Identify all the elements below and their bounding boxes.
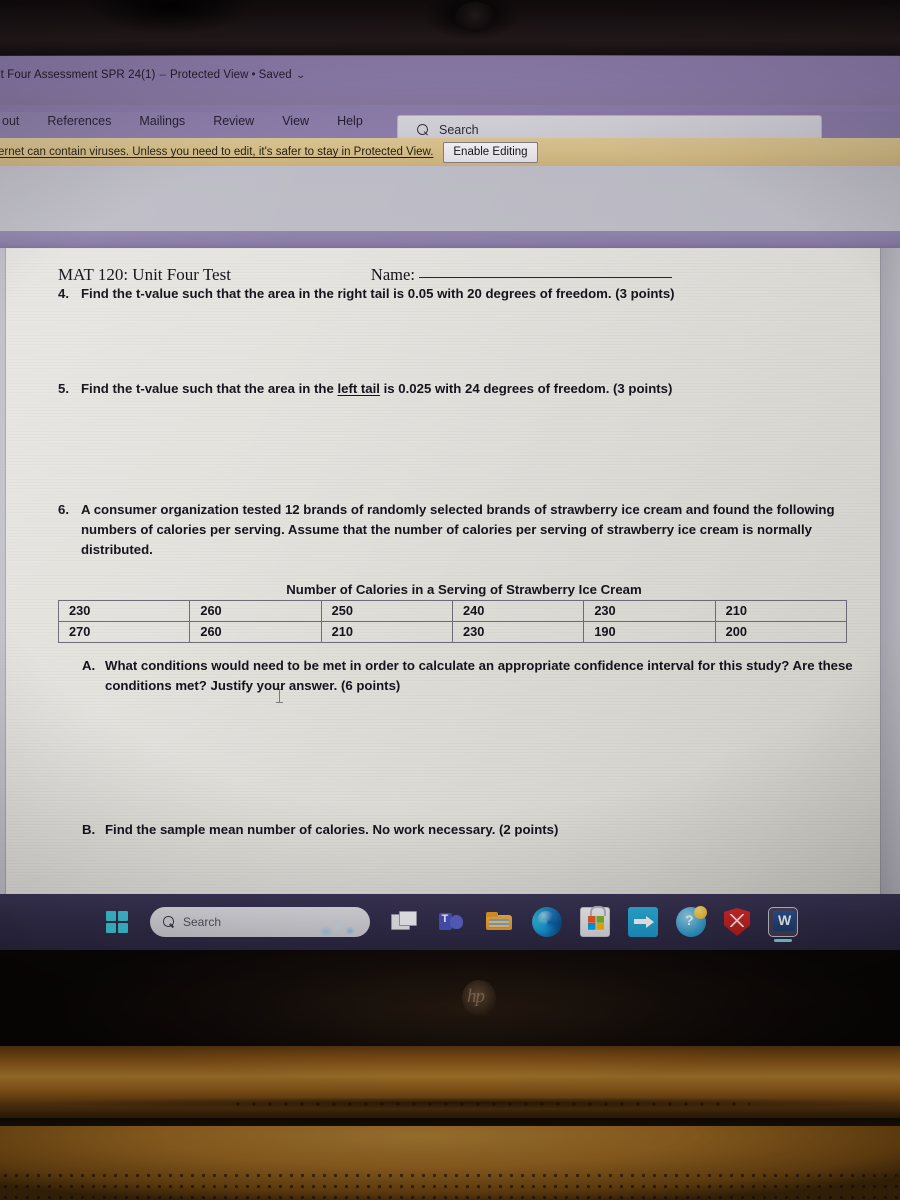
question-5: 5. Find the t-value such that the area i… [58, 379, 858, 399]
document-title[interactable]: it Four Assessment SPR 24(1) – Protected V… [0, 69, 306, 81]
ribbon-tab-bar: out References Mailings Review View Help [0, 106, 900, 136]
task-view-icon[interactable] [388, 907, 418, 937]
question-4-text: Find the t-value such that the area in t… [81, 286, 675, 301]
tab-review[interactable]: Review [211, 112, 256, 130]
laptop-screen: it Four Assessment SPR 24(1) – Protected V… [0, 56, 900, 950]
calories-table: 230 260 250 240 230 210 270 260 210 230 … [57, 600, 848, 643]
question-5-text-after: is 0.025 with 24 degrees of freedom. (3 … [379, 381, 673, 396]
windows-taskbar: Search [0, 894, 900, 950]
table-row: 270 260 210 230 190 200 [57, 621, 848, 643]
laptop-photo: it Four Assessment SPR 24(1) – Protected V… [0, 0, 900, 1200]
question-5-text: Find the t-value such that the area in t… [81, 379, 858, 399]
table-row: 230 260 250 240 230 210 [57, 600, 848, 622]
hp-logo-icon [462, 980, 496, 1016]
start-tile [118, 923, 128, 933]
question-6: 6. A consumer organization tested 12 bra… [58, 500, 868, 560]
start-tile [106, 911, 116, 921]
question-6b-number: B. [82, 822, 96, 837]
document-body: MAT 120: Unit Four Test Name: 4. Find th… [6, 248, 880, 950]
question-6b: B. Find the sample mean number of calori… [82, 820, 872, 840]
table-cell: 210 [714, 600, 848, 622]
windows-start-icon[interactable] [102, 907, 132, 937]
workspace-divider [0, 231, 900, 248]
search-highlight-icon [312, 918, 360, 936]
webcam-icon [455, 2, 495, 32]
mcafee-shield-icon[interactable] [724, 908, 750, 936]
question-5-number: 5. [58, 381, 69, 396]
teams-bubble [450, 915, 463, 929]
arrow-head [646, 916, 654, 928]
laptop-top-bezel [0, 0, 900, 58]
table-cell: 230 [583, 600, 716, 622]
active-app-indicator [774, 939, 792, 942]
blue-arrow-icon[interactable] [628, 907, 658, 937]
question-6b-text: Find the sample mean number of calories.… [105, 822, 559, 837]
question-6-text: A consumer organization tested 12 brands… [81, 502, 835, 558]
protected-view-message: ernet can contain viruses. Unless you ne… [0, 146, 434, 158]
table-cell: 240 [451, 600, 585, 622]
question-6-number: 6. [58, 502, 69, 517]
taskbar-search-input[interactable]: Search [150, 907, 370, 937]
page-right-gutter [880, 248, 900, 950]
table-cell: 190 [583, 621, 716, 643]
question-5-text-before: Find the t-value such that the area in t… [81, 381, 338, 396]
document-header: MAT 120: Unit Four Test Name: [58, 265, 848, 285]
tab-mailings[interactable]: Mailings [137, 112, 187, 130]
table-cell: 230 [451, 621, 585, 643]
document-title-text: it Four Assessment SPR 24(1) [0, 69, 156, 81]
enable-editing-button[interactable]: Enable Editing [443, 141, 538, 163]
tab-help[interactable]: Help [335, 112, 365, 130]
name-field: Name: [371, 265, 672, 285]
question-4-number: 4. [58, 286, 69, 301]
start-tile [118, 911, 128, 921]
table-cell: 250 [320, 600, 453, 622]
table-cell: 230 [57, 600, 191, 622]
question-6a-number: A. [82, 658, 96, 673]
document-page[interactable]: MAT 120: Unit Four Test Name: 4. Find th… [6, 248, 880, 950]
folder-contents [489, 919, 509, 928]
microsoft-store-icon[interactable] [580, 906, 610, 937]
table-cell: 260 [189, 621, 322, 643]
question-6a: A. What conditions would need to be met … [82, 656, 872, 696]
tab-references[interactable]: References [45, 112, 113, 130]
name-label: Name: [370, 265, 415, 284]
start-tile [106, 923, 116, 933]
question-6a-text: What conditions would need to be met in … [105, 658, 853, 694]
lid-bottom-bezel [0, 950, 900, 1048]
title-dot: • [251, 69, 256, 81]
protected-view-state: Protected View [169, 69, 249, 81]
title-separator: – [159, 69, 166, 81]
file-explorer-icon[interactable] [484, 907, 514, 937]
name-blank-line [418, 277, 672, 278]
table-cell: 270 [57, 621, 191, 643]
speaker-grille [230, 1100, 750, 1108]
taskbar-search-placeholder: Search [183, 915, 222, 929]
course-title: MAT 120: Unit Four Test [58, 265, 231, 284]
table-cell: 200 [714, 621, 848, 643]
chevron-down-icon[interactable]: ⌄ [290, 70, 306, 81]
tab-layout[interactable]: out [0, 112, 21, 130]
question-4: 4. Find the t-value such that the area i… [58, 284, 858, 304]
search-icon [163, 916, 175, 928]
notification-dot [694, 906, 707, 919]
deck-perforations [0, 1170, 900, 1200]
table-cell: 210 [320, 621, 453, 643]
microsoft-teams-icon[interactable] [436, 907, 466, 937]
word-workspace: MAT 120: Unit Four Test Name: 4. Find th… [0, 166, 900, 950]
protected-view-bar: ernet can contain viruses. Unless you ne… [0, 138, 900, 166]
microsoft-word-icon[interactable] [768, 907, 798, 942]
tab-view[interactable]: View [280, 112, 311, 130]
store-squares [588, 916, 604, 930]
table-cell: 260 [189, 600, 322, 622]
saved-state: Saved [258, 69, 292, 81]
help-globe-icon[interactable] [676, 906, 707, 937]
laptop-lower-body [0, 950, 900, 1200]
word-title-bar: it Four Assessment SPR 24(1) – Protected V… [0, 56, 900, 105]
table-caption: Number of Calories in a Serving of Straw… [286, 582, 642, 597]
question-5-underlined-term: left tail [337, 381, 380, 396]
microsoft-edge-icon[interactable] [532, 907, 562, 937]
